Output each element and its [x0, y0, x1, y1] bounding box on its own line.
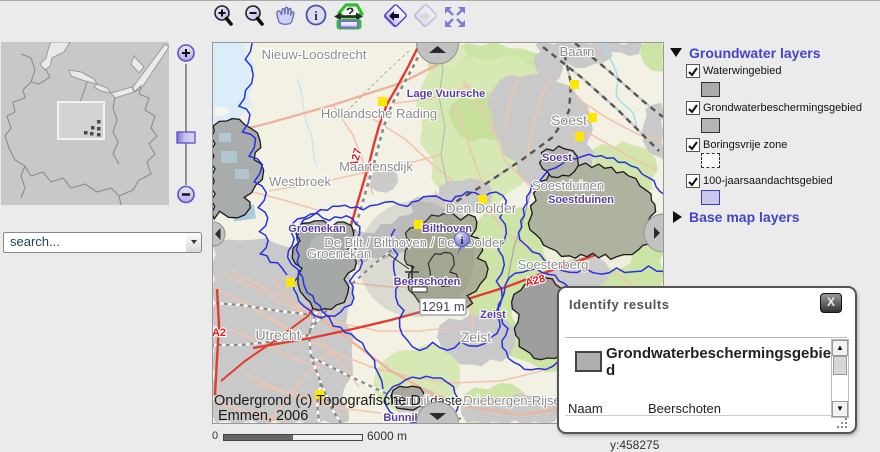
svg-text:Zeist: Zeist [461, 329, 491, 345]
svg-text:Lage Vuursche: Lage Vuursche [407, 88, 485, 100]
svg-text:i: i [460, 235, 463, 247]
svg-text:Groenekan: Groenekan [307, 246, 371, 261]
svg-text:Zeist: Zeist [480, 309, 506, 321]
svg-text:Maartensdijk: Maartensdijk [339, 159, 413, 174]
svg-text:Baarn: Baarn [560, 44, 595, 59]
svg-text:Soestduinen: Soestduinen [532, 178, 604, 193]
svg-text:Emmen, 2006: Emmen, 2006 [218, 408, 308, 424]
svg-text:Westbroek: Westbroek [269, 174, 331, 189]
svg-text:Ondergrond (c) Topografische D: Ondergrond (c) Topografische D [214, 393, 421, 409]
svg-text:Driebergen-Rijse: Driebergen-Rijse [463, 393, 561, 408]
svg-text:Soest: Soest [551, 112, 587, 128]
svg-text:Beerschoten: Beerschoten [394, 276, 461, 288]
svg-text:1291 m: 1291 m [421, 299, 464, 314]
svg-text:Nieuw-Loosdrecht: Nieuw-Loosdrecht [262, 47, 367, 62]
svg-text:Bunnik: Bunnik [383, 412, 421, 424]
svg-text:Soestduinen: Soestduinen [548, 194, 614, 206]
svg-text:Utrecht: Utrecht [255, 327, 300, 343]
svg-text:Soest: Soest [542, 152, 572, 164]
svg-text:i: i [314, 8, 318, 23]
svg-text:Groenekan: Groenekan [288, 223, 346, 235]
svg-text:Hollandsche Rading: Hollandsche Rading [321, 106, 437, 121]
svg-text:Den Dolder: Den Dolder [446, 200, 517, 216]
svg-text:Soesterberg: Soesterberg [518, 257, 589, 272]
svg-text:A2: A2 [212, 327, 226, 339]
